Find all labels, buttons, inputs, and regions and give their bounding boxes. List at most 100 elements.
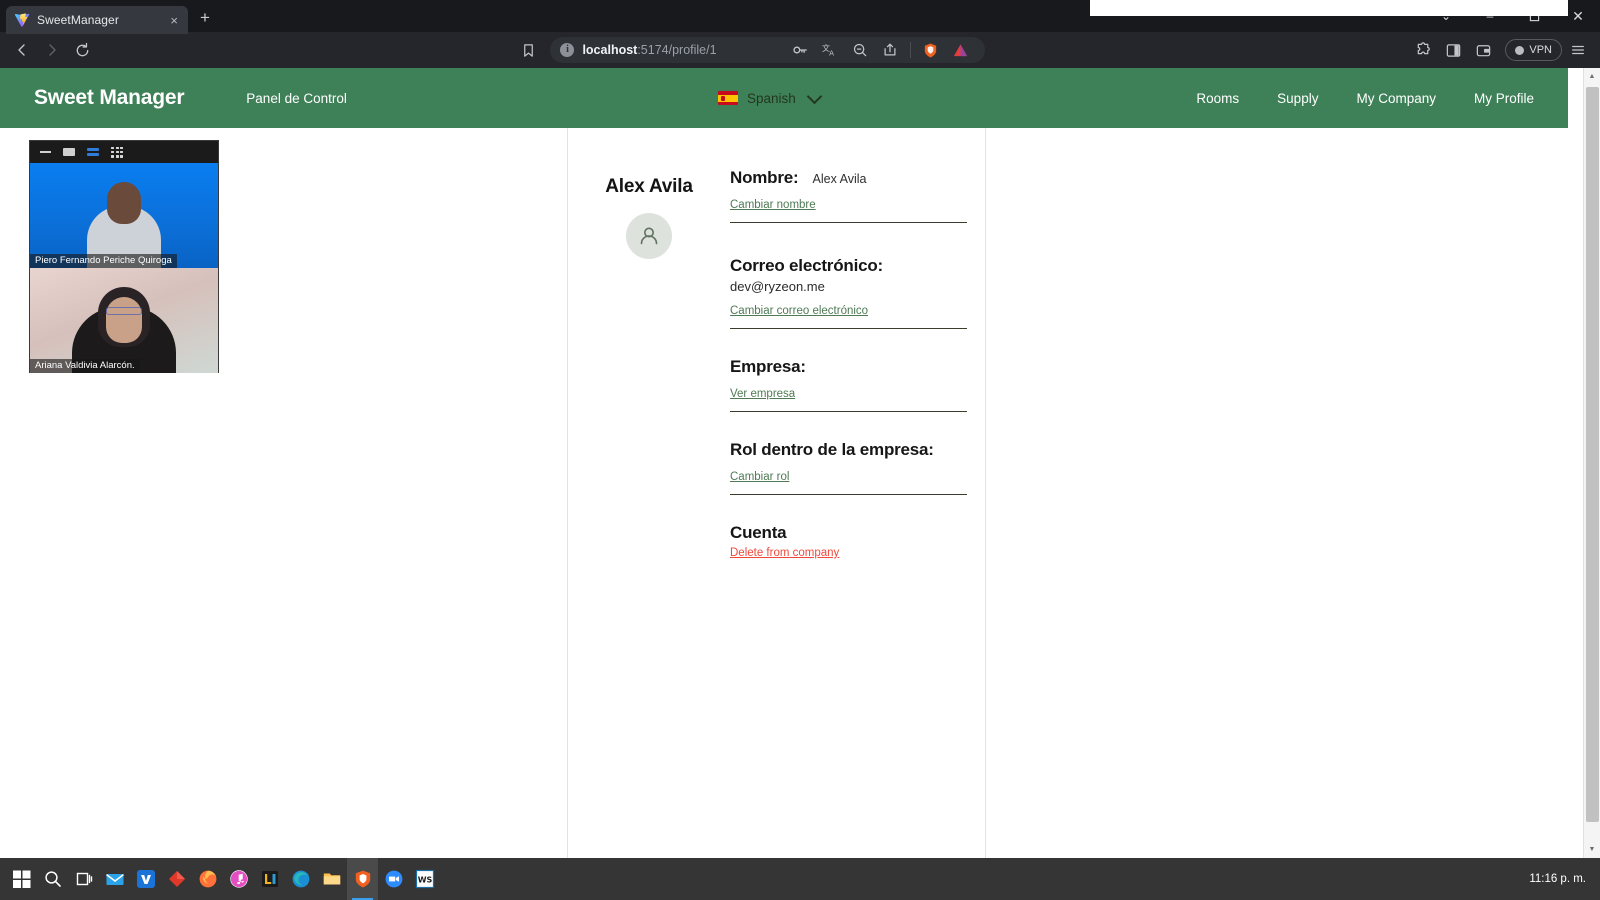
participant-name: Piero Fernando Periche Quiroga — [30, 254, 177, 268]
site-info-icon[interactable]: i — [560, 43, 575, 57]
change-name-link[interactable]: Cambiar nombre — [730, 199, 816, 211]
profile-fields: Nombre: Alex Avila Cambiar nombre Correo… — [730, 168, 985, 561]
brave-rewards-icon[interactable] — [947, 36, 975, 64]
vpn-button[interactable]: VPN — [1505, 39, 1562, 61]
edge-icon[interactable] — [285, 858, 316, 900]
itunes-icon[interactable] — [223, 858, 254, 900]
page-content: Alex Avila Nombre: Alex Avila Cambiar no… — [0, 128, 1568, 858]
forward-button[interactable] — [38, 36, 66, 64]
language-label: Spanish — [747, 90, 796, 106]
browser-toolbar: i localhost:5174/profile/1 文A VPN — [0, 32, 1600, 68]
field-nombre-value: Alex Avila — [812, 172, 867, 186]
vivaldi-icon[interactable] — [130, 858, 161, 900]
browser-tab[interactable]: SweetManager × — [6, 6, 188, 34]
ruby-icon[interactable] — [161, 858, 192, 900]
sidebar-panel-icon[interactable] — [1439, 36, 1467, 64]
field-correo: Correo electrónico: dev@ryzeon.me Cambia… — [730, 256, 967, 329]
avatar[interactable] — [626, 213, 672, 259]
profile-identity: Alex Avila — [568, 168, 730, 561]
zoom-icon[interactable] — [378, 858, 409, 900]
nav-item-rooms[interactable]: Rooms — [1196, 91, 1239, 106]
nav-item-my-company[interactable]: My Company — [1356, 91, 1436, 106]
extensions-puzzle-icon[interactable] — [1409, 36, 1437, 64]
page-scrollbar[interactable]: ▲ ▼ — [1583, 68, 1600, 858]
panel-title: Panel de Control — [246, 90, 347, 106]
video-call-controls — [30, 141, 218, 163]
field-nombre-label: Nombre: — [730, 168, 799, 187]
scroll-up-arrow[interactable]: ▲ — [1584, 68, 1600, 85]
taskbar: WS 11:16 p. m. — [0, 858, 1600, 900]
language-selector[interactable]: Spanish — [718, 88, 823, 106]
scrollbar-thumb[interactable] — [1586, 87, 1599, 822]
minimize-icon[interactable] — [40, 151, 51, 153]
chevron-down-icon — [806, 88, 823, 104]
main-nav: Rooms Supply My Company My Profile — [1196, 91, 1534, 106]
new-tab-button[interactable]: + — [200, 9, 210, 26]
brave-wallet-icon[interactable] — [1469, 36, 1497, 64]
taskbar-clock[interactable]: 11:16 p. m. — [1529, 873, 1600, 886]
browser-menu-icon[interactable] — [1564, 36, 1592, 64]
field-nombre: Nombre: Alex Avila Cambiar nombre — [730, 168, 967, 223]
nav-item-supply[interactable]: Supply — [1277, 91, 1318, 106]
address-bar[interactable]: i localhost:5174/profile/1 文A — [550, 36, 985, 64]
svg-text:A: A — [829, 48, 834, 57]
field-correo-value: dev@ryzeon.me — [730, 279, 825, 294]
password-key-icon[interactable] — [786, 36, 814, 64]
participant-tile[interactable]: Ariana Valdivia Alarcón. — [30, 268, 218, 373]
vscode-icon[interactable]: WS — [409, 858, 440, 900]
participant-face — [106, 297, 142, 343]
field-rol-label: Rol dentro de la empresa: — [730, 440, 934, 459]
browser-window: SweetManager × + ⌄ – ✕ i localhost:5174/… — [0, 0, 1600, 858]
omnibox-actions: 文A — [786, 36, 975, 64]
delete-from-company-link[interactable]: Delete from company — [730, 547, 839, 559]
url-text: localhost:5174/profile/1 — [582, 43, 716, 57]
participant-glasses — [106, 307, 142, 315]
profile-panel: Alex Avila Nombre: Alex Avila Cambiar no… — [567, 128, 986, 858]
vite-logo-icon — [14, 12, 30, 28]
brave-icon[interactable] — [347, 858, 378, 900]
page-title: Alex Avila — [605, 176, 693, 197]
lumion-icon[interactable] — [254, 858, 285, 900]
participant-tile[interactable]: Piero Fernando Periche Quiroga — [30, 163, 218, 268]
mail-icon[interactable] — [99, 858, 130, 900]
vpn-status-dot — [1515, 45, 1525, 55]
video-call-overlay[interactable]: Piero Fernando Periche Quiroga Ariana Va… — [29, 140, 219, 373]
task-view-icon[interactable] — [68, 858, 99, 900]
reload-button[interactable] — [68, 36, 96, 64]
spain-flag-icon — [718, 91, 738, 105]
view-company-link[interactable]: Ver empresa — [730, 388, 795, 400]
file-explorer-icon[interactable] — [316, 858, 347, 900]
brave-shields-icon[interactable] — [917, 36, 945, 64]
bookmark-icon[interactable] — [514, 36, 542, 64]
maximize-icon[interactable] — [63, 148, 75, 156]
app-brand[interactable]: Sweet Manager — [34, 86, 184, 110]
nav-item-my-profile[interactable]: My Profile — [1474, 91, 1534, 106]
zoom-out-icon[interactable] — [846, 36, 874, 64]
vpn-label: VPN — [1529, 44, 1552, 56]
start-button[interactable] — [6, 858, 37, 900]
back-button[interactable] — [8, 36, 36, 64]
firefox-icon[interactable] — [192, 858, 223, 900]
change-email-link[interactable]: Cambiar correo electrónico — [730, 305, 868, 317]
share-icon[interactable] — [876, 36, 904, 64]
account-section-title: Cuenta — [730, 523, 787, 542]
change-role-link[interactable]: Cambiar rol — [730, 471, 789, 483]
tab-close-icon[interactable]: × — [168, 14, 180, 27]
tray-white-strip — [1090, 0, 1568, 16]
scroll-down-arrow[interactable]: ▼ — [1584, 841, 1600, 858]
grid-view-icon[interactable] — [111, 146, 123, 158]
field-rol: Rol dentro de la empresa: Cambiar rol — [730, 440, 967, 495]
page-viewport: Sweet Manager Panel de Control Spanish R… — [0, 68, 1600, 858]
windows-logo-icon — [12, 870, 30, 888]
search-icon[interactable] — [37, 858, 68, 900]
participant-name: Ariana Valdivia Alarcón. — [30, 359, 140, 373]
toolbar-divider — [909, 42, 911, 58]
translate-icon[interactable]: 文A — [816, 36, 844, 64]
split-view-icon[interactable] — [87, 147, 99, 157]
person-avatar-icon — [640, 227, 658, 245]
tab-title: SweetManager — [37, 13, 119, 27]
